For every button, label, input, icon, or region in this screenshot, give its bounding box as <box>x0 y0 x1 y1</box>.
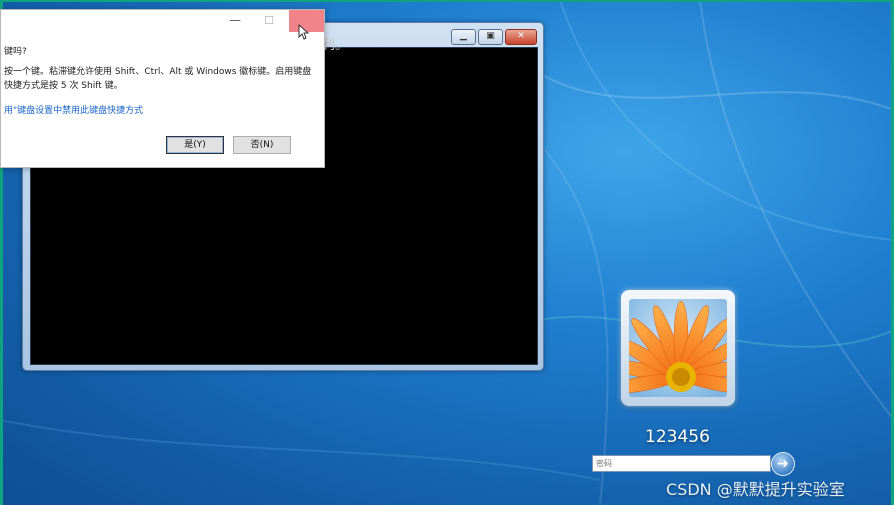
dialog-question: 键吗? <box>4 47 27 57</box>
frame-edge-top <box>0 0 894 2</box>
cmd-window-controls: ▁ ▣ ✕ <box>451 29 537 45</box>
user-account-tile[interactable] <box>621 290 735 406</box>
arrow-right-icon: ➜ <box>777 456 789 472</box>
dialog-minimize-button[interactable]: — <box>225 12 245 30</box>
no-button[interactable]: 否(N) <box>233 136 291 154</box>
cmd-minimize-button[interactable]: ▁ <box>451 29 476 45</box>
dialog-maximize-button[interactable]: ☐ <box>259 12 279 30</box>
dialog-description: 按一个键。粘滞键允许使用 Shift、Ctrl、Alt 或 Windows 徽标… <box>4 67 312 91</box>
yes-button[interactable]: 是(Y) <box>166 136 224 154</box>
cmd-maximize-button[interactable]: ▣ <box>478 29 503 45</box>
user-picture-flower <box>629 299 727 397</box>
username-label: 123456 <box>645 427 710 447</box>
login-submit-button[interactable]: ➜ <box>771 452 795 476</box>
mouse-cursor-icon <box>298 24 310 40</box>
flower-image <box>629 299 727 397</box>
cmd-close-button[interactable]: ✕ <box>505 29 537 45</box>
disable-shortcut-link[interactable]: 用"键盘设置中禁用此键盘快捷方式 <box>4 103 143 116</box>
csdn-watermark: CSDN @默默提升实验室 <box>666 480 845 499</box>
sticky-keys-dialog: — ☐ 键吗? 按一个键。粘滞键允许使用 Shift、Ctrl、Alt 或 Wi… <box>0 9 325 168</box>
password-field[interactable] <box>592 455 771 472</box>
